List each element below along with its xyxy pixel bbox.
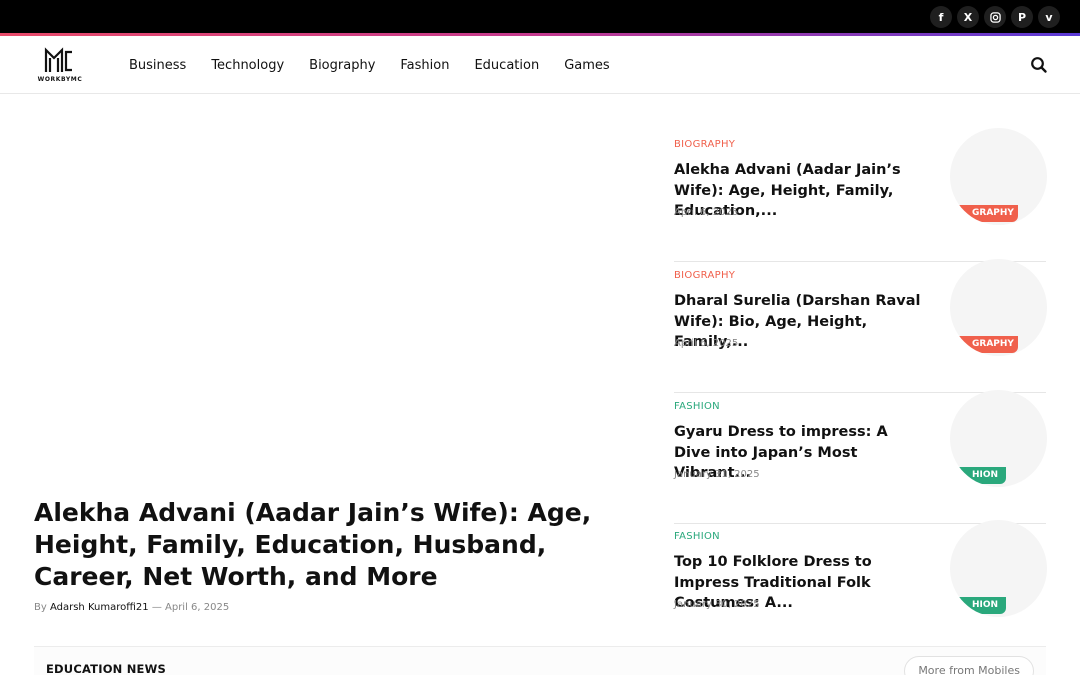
post-thumbnail[interactable]: GRAPHY <box>950 259 1047 356</box>
post-category[interactable]: FASHION <box>674 401 720 412</box>
nav-item-games[interactable]: Games <box>564 58 609 73</box>
instagram-glyph <box>989 11 1001 23</box>
list-item: BIOGRAPHY Dharal Surelia (Darshan Raval … <box>674 259 1047 393</box>
x-icon[interactable]: X <box>957 6 979 28</box>
more-from-mobiles-button[interactable]: More from Mobiles <box>904 656 1034 675</box>
list-item: FASHION Gyaru Dress to impress: A Dive i… <box>674 390 1047 524</box>
post-category[interactable]: BIOGRAPHY <box>674 270 735 281</box>
hero-by: By <box>34 602 47 613</box>
search-icon[interactable] <box>1030 56 1048 74</box>
education-news-section: EDUCATION NEWS More from Mobiles <box>34 646 1046 675</box>
post-thumbnail[interactable]: HION <box>950 520 1047 617</box>
post-category[interactable]: BIOGRAPHY <box>674 139 735 150</box>
post-thumbnail[interactable]: HION <box>950 390 1047 487</box>
hero-title[interactable]: Alekha Advani (Aadar Jain’s Wife): Age, … <box>34 497 594 593</box>
hero-author[interactable]: Adarsh Kumaroffi21 <box>50 602 149 613</box>
section-title: EDUCATION NEWS <box>46 662 166 675</box>
nav-item-technology[interactable]: Technology <box>211 58 284 73</box>
list-item: BIOGRAPHY Alekha Advani (Aadar Jain’s Wi… <box>674 128 1047 262</box>
post-date: January 30, 2025 <box>674 599 760 610</box>
hero-sep: — <box>151 602 162 613</box>
nav-item-business[interactable]: Business <box>129 58 186 73</box>
hero-meta: By Adarsh Kumaroffi21 — April 6, 2025 <box>34 602 229 613</box>
post-thumbnail[interactable]: GRAPHY <box>950 128 1047 225</box>
main-nav: Business Technology Biography Fashion Ed… <box>129 36 635 94</box>
site-header: WORKBYMC Business Technology Biography F… <box>0 36 1080 94</box>
category-badge[interactable]: GRAPHY <box>950 205 1018 222</box>
list-item: FASHION Top 10 Folklore Dress to Impress… <box>674 520 1047 654</box>
site-logo[interactable]: WORKBYMC <box>34 44 86 86</box>
post-category[interactable]: FASHION <box>674 531 720 542</box>
nav-item-education[interactable]: Education <box>474 58 539 73</box>
post-date: January 31, 2025 <box>674 469 760 480</box>
logo-text: WORKBYMC <box>37 76 83 83</box>
facebook-icon[interactable]: f <box>930 6 952 28</box>
category-badge[interactable]: HION <box>950 467 1006 484</box>
logo-mark-icon <box>44 47 72 72</box>
post-date: April 6, 2025 <box>674 338 739 349</box>
category-badge[interactable]: GRAPHY <box>950 336 1018 353</box>
pinterest-icon[interactable]: P <box>1011 6 1033 28</box>
hero-date: April 6, 2025 <box>165 602 230 613</box>
nav-item-biography[interactable]: Biography <box>309 58 375 73</box>
nav-item-fashion[interactable]: Fashion <box>400 58 449 73</box>
instagram-icon[interactable] <box>984 6 1006 28</box>
post-date: April 6, 2025 <box>674 207 739 218</box>
vimeo-icon[interactable]: v <box>1038 6 1060 28</box>
social-links: f X P v <box>930 6 1060 28</box>
top-bar: f X P v <box>0 0 1080 33</box>
category-badge[interactable]: HION <box>950 597 1006 614</box>
